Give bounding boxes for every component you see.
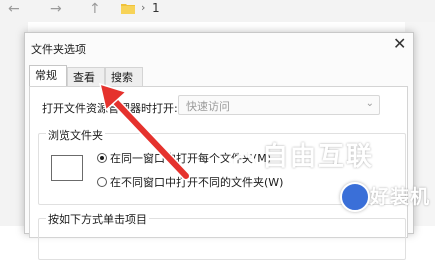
watermark-badge-icon — [340, 182, 370, 212]
watermark-brand: 自由互联 — [262, 142, 375, 172]
watermark-badge-text: 好装机 — [370, 186, 431, 208]
watermark-logo-icon — [227, 140, 261, 164]
